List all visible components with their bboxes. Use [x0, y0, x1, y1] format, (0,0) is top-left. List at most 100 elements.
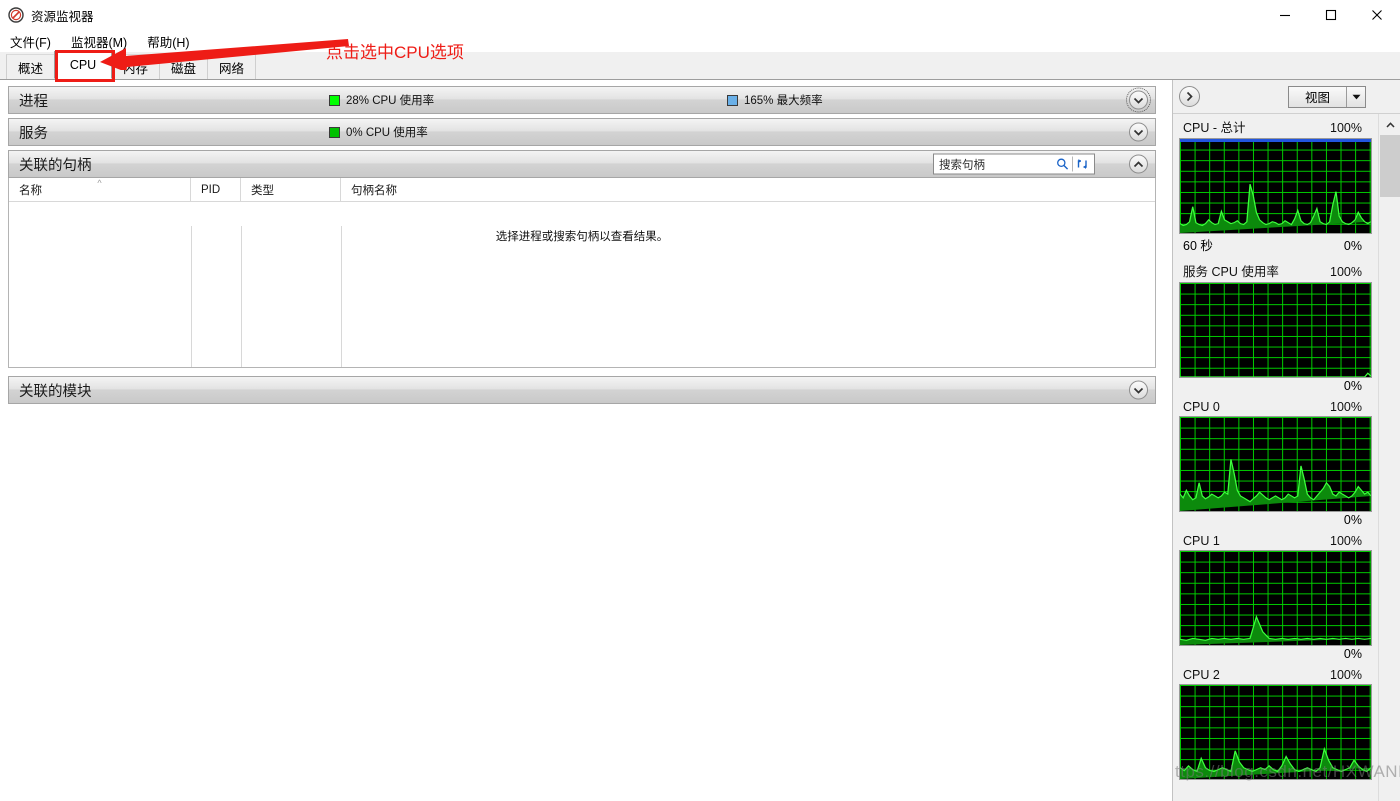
cpu-usage-swatch — [329, 94, 340, 106]
services-header[interactable]: 服务 0% CPU 使用率 — [8, 118, 1156, 146]
graph-max-label: 100% — [1330, 121, 1362, 135]
graph-trace — [1180, 459, 1371, 511]
graph-max-label: 100% — [1330, 668, 1362, 682]
handles-empty-message: 选择进程或搜索句柄以查看结果。 — [495, 231, 669, 243]
watermark: ttps://blog.csdn.net/HXWANHG — [1175, 762, 1400, 781]
view-button-label: 视图 — [1304, 91, 1330, 105]
graph-cpu-2-header: CPU 2 100% — [1179, 665, 1372, 684]
graph-cpu-0-header: CPU 0 100% — [1179, 397, 1372, 416]
search-divider — [1072, 156, 1073, 172]
graph-cpu-total-plot — [1179, 138, 1372, 234]
scrollbar-track[interactable] — [1380, 197, 1400, 801]
annotation-arrow-icon — [100, 39, 349, 70]
title-bar: 资源监视器 — [0, 0, 1400, 30]
graph-time-axis: 60 秒 — [1183, 239, 1213, 253]
graph-title: CPU 1 — [1183, 534, 1220, 548]
modules-header[interactable]: 关联的模块 — [8, 376, 1156, 404]
view-dropdown-button[interactable]: 视图 — [1287, 85, 1366, 108]
graph-cpu-0-footer: 0% — [1179, 512, 1372, 529]
graph-cpu-total-header: CPU - 总计 100% — [1179, 114, 1372, 138]
max-frequency-swatch — [727, 94, 738, 106]
graph-services-cpu-plot — [1179, 282, 1372, 378]
column-header-name[interactable]: ^ 名称 — [9, 178, 191, 201]
section-services: 服务 0% CPU 使用率 — [8, 118, 1156, 146]
handles-title: 关联的句柄 — [19, 157, 92, 174]
chevron-down-icon[interactable] — [1346, 86, 1365, 107]
processes-freq-metric: 165% 最大频率 — [727, 92, 823, 108]
maximize-button[interactable] — [1308, 0, 1354, 30]
services-title: 服务 — [19, 125, 48, 142]
graph-min-label: 0% — [1343, 647, 1362, 661]
graph-services-cpu-footer: 0% — [1179, 378, 1372, 395]
modules-collapse-toggle[interactable] — [1129, 380, 1148, 400]
services-cpu-swatch — [329, 126, 340, 138]
graph-title: CPU 0 — [1183, 400, 1220, 414]
section-modules: 关联的模块 — [8, 376, 1156, 404]
graph-max-label: 100% — [1330, 534, 1362, 548]
graph-max-label: 100% — [1330, 400, 1362, 414]
annotation-highlight-box — [55, 50, 115, 82]
graph-min-label: 0% — [1343, 379, 1362, 393]
services-cpu-text: 0% CPU 使用率 — [346, 127, 428, 139]
sort-ascending-icon: ^ — [97, 178, 102, 188]
refresh-icon[interactable] — [1075, 157, 1090, 172]
column-header-handle-name[interactable]: 句柄名称 — [341, 178, 1101, 201]
graph-cpu-0: CPU 0 100% 0% — [1179, 397, 1372, 529]
window-title: 资源监视器 — [31, 9, 94, 24]
resource-monitor-icon — [8, 7, 24, 23]
processes-cpu-text: 28% CPU 使用率 — [346, 95, 435, 107]
column-header-pid[interactable]: PID — [191, 178, 241, 201]
graph-cpu-1-footer: 0% — [1179, 646, 1372, 663]
handles-table-body: 选择进程或搜索句柄以查看结果。 — [9, 202, 1155, 367]
graph-cpu-1-plot — [1179, 550, 1372, 646]
minimize-button[interactable] — [1262, 0, 1308, 30]
graph-max-label: 100% — [1330, 265, 1362, 279]
scroll-up-button[interactable] — [1379, 114, 1400, 135]
services-collapse-toggle[interactable] — [1129, 122, 1148, 142]
menu-item-file[interactable]: 文件(F) — [10, 32, 51, 51]
window-controls — [1262, 0, 1400, 30]
sidebar-scrollbar[interactable] — [1378, 114, 1400, 801]
graph-cpu-total: CPU - 总计 100% 60 秒 0% — [1179, 114, 1372, 256]
close-button[interactable] — [1354, 0, 1400, 30]
handles-collapse-toggle[interactable] — [1129, 154, 1148, 174]
sidebar-toolbar: 视图 — [1173, 80, 1400, 114]
graph-list: CPU - 总计 100% 60 秒 0% 服务 CPU 使用率 100% 0%… — [1173, 114, 1378, 801]
graph-title: CPU - 总计 — [1183, 121, 1246, 135]
annotation-text: 点击选中CPU选项 — [326, 43, 464, 62]
modules-title: 关联的模块 — [19, 383, 92, 400]
column-header-type[interactable]: 类型 — [241, 178, 341, 201]
search-handles-input[interactable]: 搜索句柄 — [933, 153, 1095, 175]
handles-table-header: ^ 名称 PID 类型 句柄名称 — [9, 178, 1155, 202]
processes-header[interactable]: 进程 28% CPU 使用率 165% 最大频率 — [8, 86, 1156, 114]
graph-sidebar: 视图 CPU - 总计 100% 60 秒 0% 服务 CPU 使用率 100%… — [1172, 80, 1400, 801]
graph-services-cpu-header: 服务 CPU 使用率 100% — [1179, 258, 1372, 282]
tab-overview[interactable]: 概述 — [6, 54, 56, 79]
processes-freq-text: 165% 最大频率 — [744, 95, 823, 107]
graph-trace — [1180, 183, 1371, 233]
section-processes: 进程 28% CPU 使用率 165% 最大频率 — [8, 86, 1156, 114]
search-placeholder: 搜索句柄 — [939, 159, 985, 171]
graph-services-cpu: 服务 CPU 使用率 100% 0% — [1179, 258, 1372, 395]
handles-header[interactable]: 关联的句柄 搜索句柄 — [8, 150, 1156, 178]
column-separators — [9, 226, 1155, 367]
search-icon[interactable] — [1055, 157, 1070, 172]
scrollbar-thumb[interactable] — [1380, 135, 1400, 197]
processes-title: 进程 — [19, 93, 48, 110]
graph-cpu-1: CPU 1 100% 0% — [1179, 531, 1372, 663]
graph-cpu-0-plot — [1179, 416, 1372, 512]
handles-table: ^ 名称 PID 类型 句柄名称 选择进程或搜索句柄以查看结果。 — [8, 178, 1156, 368]
graph-cpu-1-header: CPU 1 100% — [1179, 531, 1372, 550]
processes-collapse-toggle[interactable] — [1126, 87, 1151, 113]
graph-trace — [1180, 614, 1371, 645]
graph-title: 服务 CPU 使用率 — [1183, 265, 1279, 279]
handles-search-area: 搜索句柄 — [933, 153, 1095, 175]
processes-cpu-metric: 28% CPU 使用率 — [329, 92, 434, 108]
graph-min-label: 0% — [1343, 513, 1362, 527]
chevron-right-icon[interactable] — [1179, 86, 1200, 107]
graph-title: CPU 2 — [1183, 668, 1220, 682]
graph-min-label: 0% — [1343, 239, 1362, 253]
section-handles: 关联的句柄 搜索句柄 ^ 名称 PID 类型 句柄名称 选择进程或搜索句柄以查看… — [8, 150, 1156, 368]
resource-monitor-window: 资源监视器 文件(F) 监视器(M) 帮助(H) 概述 CPU 内存 磁盘 网络 — [0, 0, 1400, 801]
graph-trace — [1180, 372, 1371, 377]
